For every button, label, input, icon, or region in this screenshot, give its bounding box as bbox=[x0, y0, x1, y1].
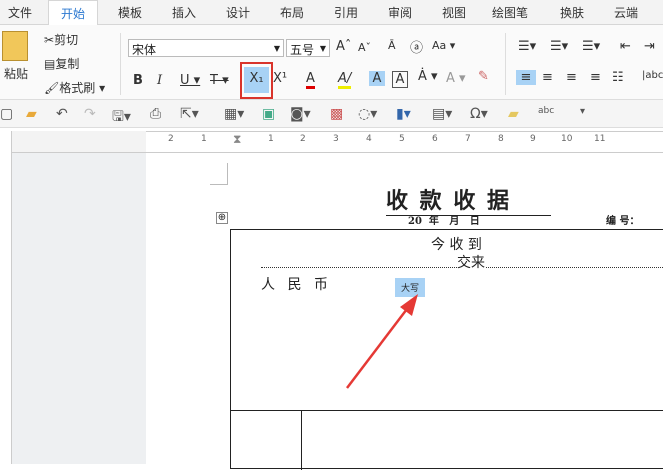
annotation-arrow bbox=[346, 294, 418, 389]
